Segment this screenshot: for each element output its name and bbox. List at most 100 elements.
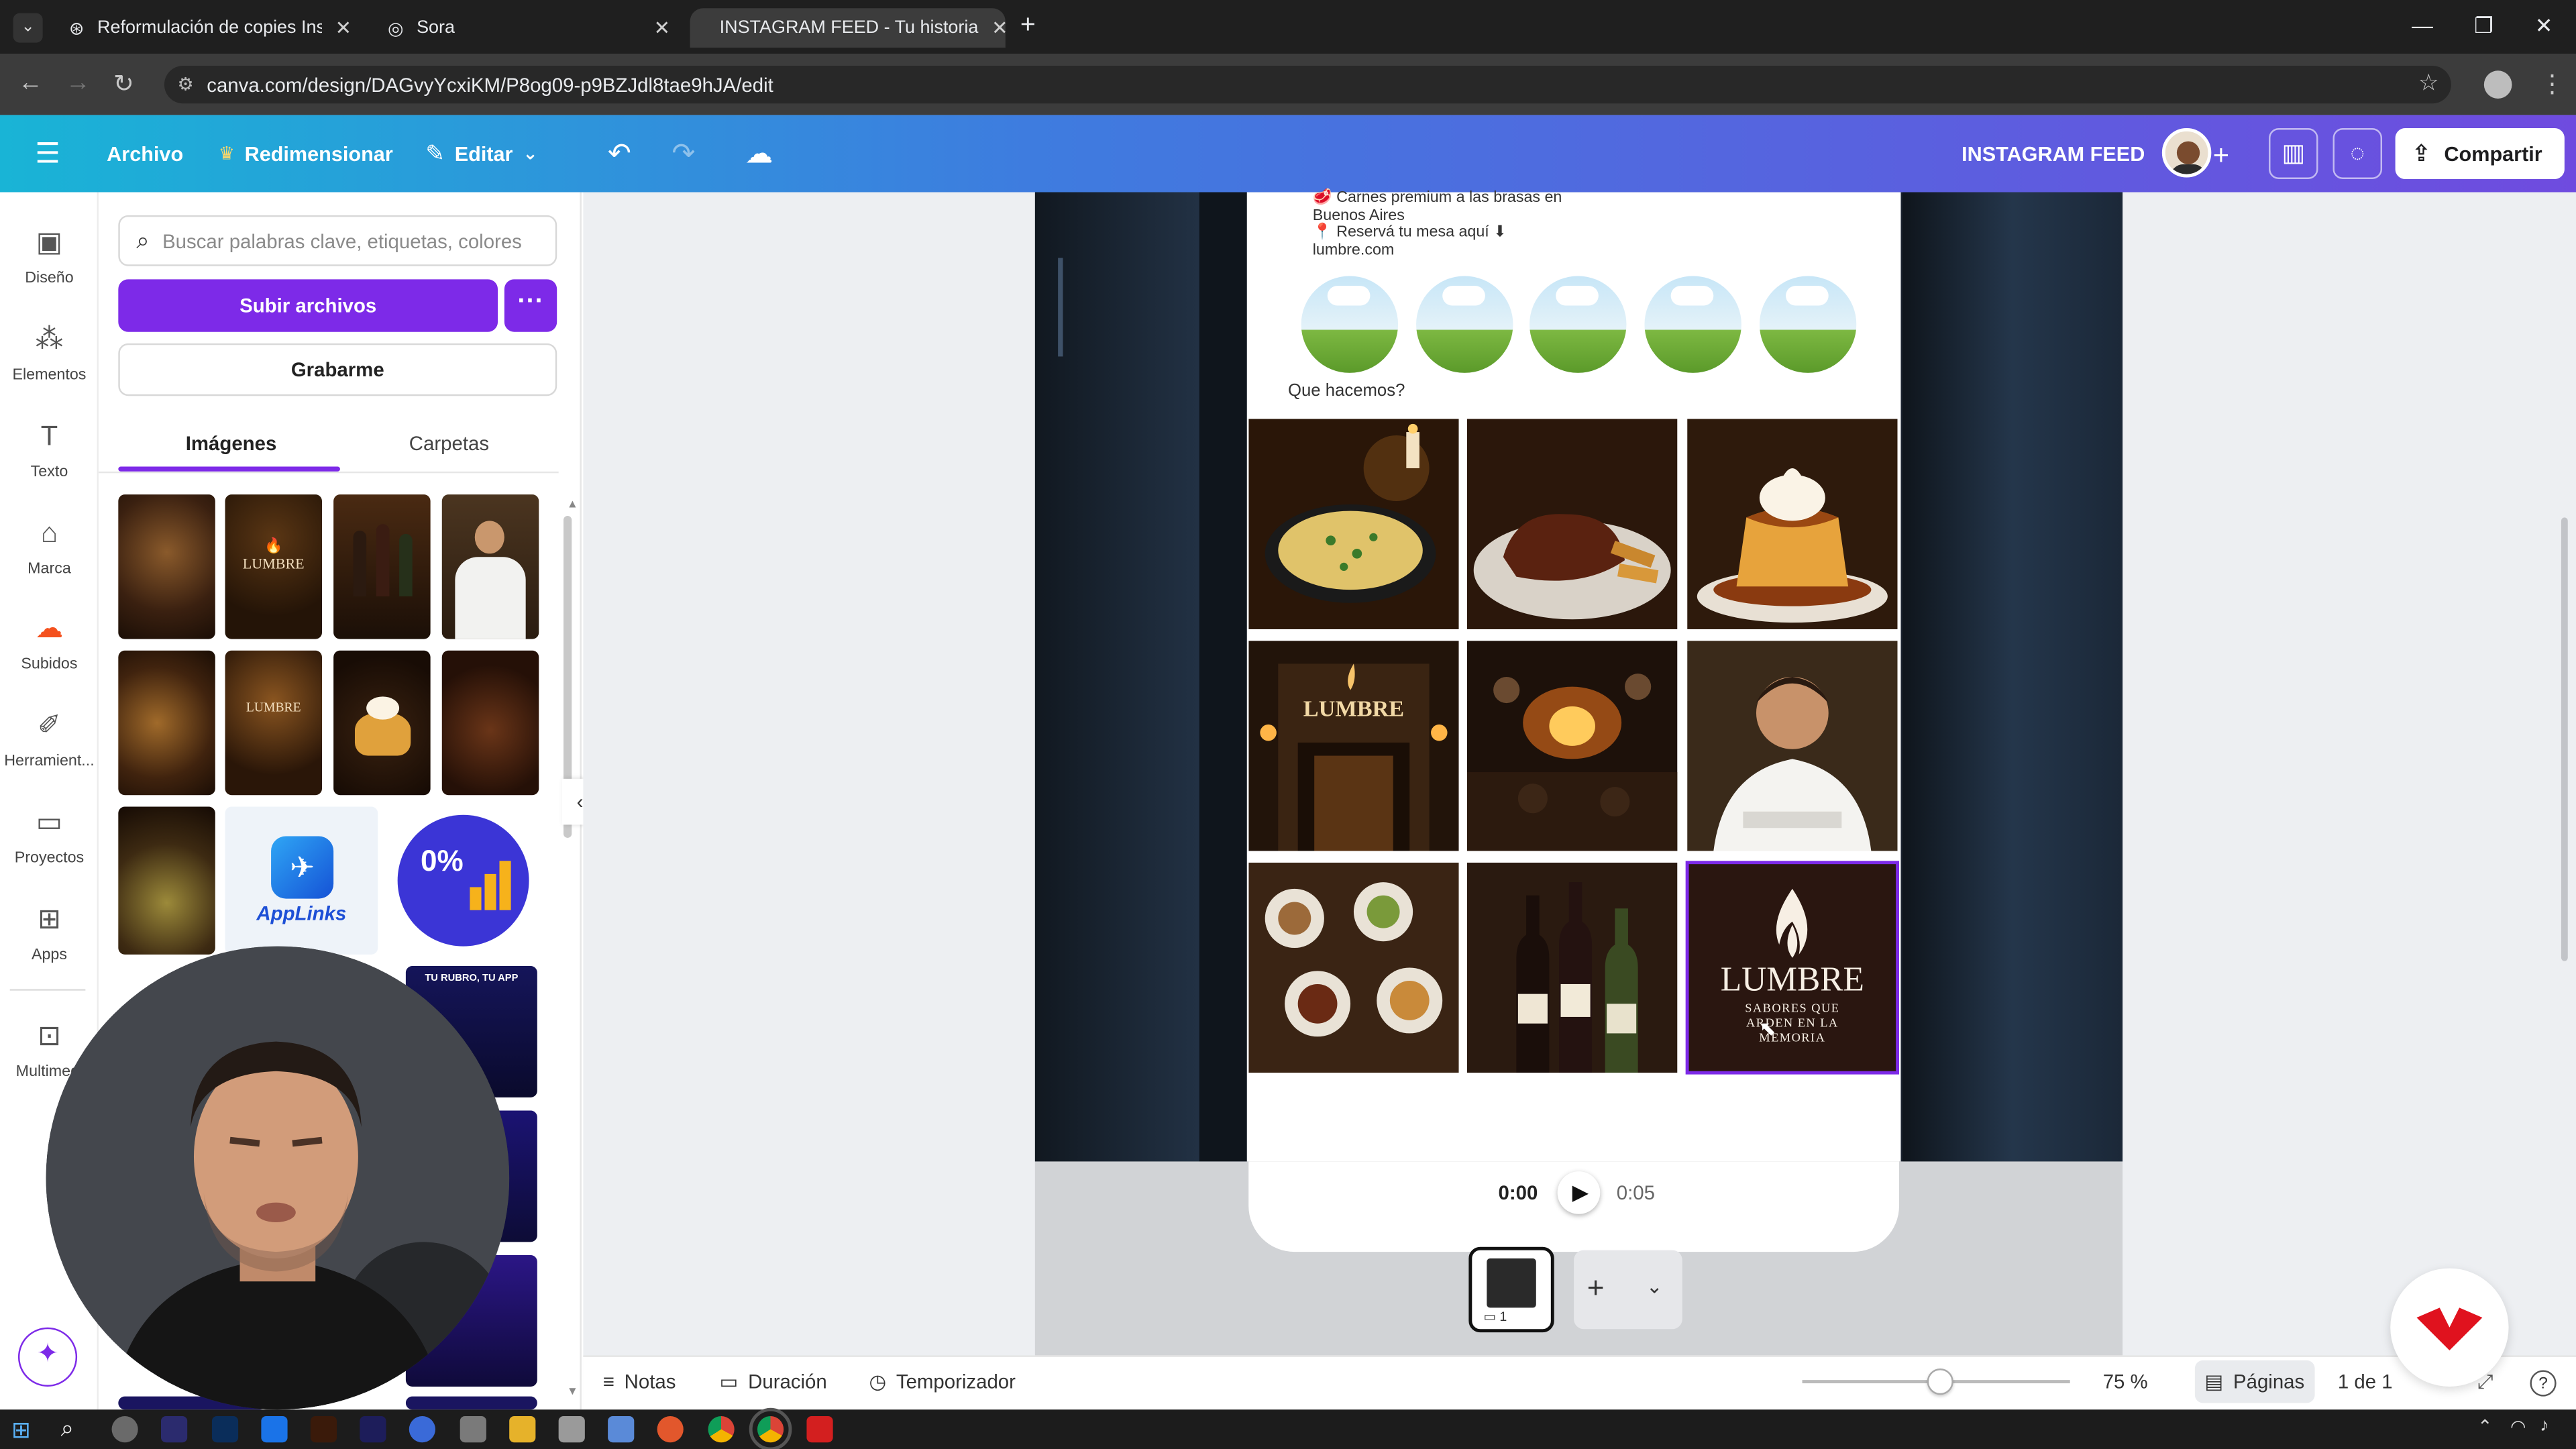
calculator-icon[interactable] bbox=[558, 1416, 585, 1443]
feed-post-restaurant-facade[interactable]: LUMBRE bbox=[1248, 641, 1459, 851]
file-explorer-icon[interactable] bbox=[509, 1416, 536, 1443]
upload-files-button[interactable]: Subir archivos bbox=[118, 279, 498, 332]
uploaded-image[interactable] bbox=[118, 806, 215, 955]
search-input[interactable]: ⌕ Buscar palabras clave, etiquetas, color… bbox=[118, 215, 557, 266]
page-counter[interactable]: 1 de 1 bbox=[2338, 1370, 2393, 1393]
wifi-icon[interactable]: ◠ bbox=[2510, 1416, 2526, 1437]
invite-plus-icon[interactable]: + bbox=[2213, 140, 2229, 172]
uploaded-image[interactable] bbox=[405, 1396, 537, 1410]
taskbar-app-icon[interactable] bbox=[409, 1416, 435, 1443]
story-highlight[interactable] bbox=[1416, 276, 1513, 373]
photoshop-icon[interactable] bbox=[211, 1416, 239, 1443]
tab-chatgpt[interactable]: ⊛ Reformulación de copies Instag ✕ bbox=[52, 8, 368, 48]
zoom-level[interactable]: 75 % bbox=[2103, 1370, 2148, 1393]
close-tab-icon[interactable]: ✕ bbox=[991, 16, 1008, 39]
share-button[interactable]: ⇪ Compartir bbox=[2395, 128, 2565, 179]
close-tab-icon[interactable]: ✕ bbox=[335, 16, 352, 39]
uploaded-image[interactable] bbox=[333, 650, 431, 796]
feed-post-steak[interactable] bbox=[1466, 419, 1678, 629]
uploaded-image[interactable] bbox=[333, 494, 431, 639]
collaborator-avatar[interactable] bbox=[2161, 128, 2212, 178]
rail-design[interactable]: ▣ Diseño bbox=[0, 225, 99, 288]
profile-avatar[interactable] bbox=[2483, 70, 2512, 99]
edit-mode-button[interactable]: ✎ Editar ⌄ bbox=[425, 115, 537, 192]
help-icon[interactable]: ? bbox=[2530, 1370, 2557, 1397]
chrome-active-icon[interactable] bbox=[749, 1407, 792, 1449]
uploaded-image[interactable] bbox=[441, 494, 539, 639]
design-title[interactable]: INSTAGRAM FEED bbox=[1962, 115, 2145, 192]
more-options-button[interactable]: ··· bbox=[504, 279, 557, 332]
rail-uploads[interactable]: ☁ Subidos bbox=[0, 611, 99, 674]
rail-projects[interactable]: ▭ Proyectos bbox=[0, 805, 99, 867]
url-bar[interactable]: ⚙ canva.com/design/DAGvyYcxiKM/P8og09-p9… bbox=[164, 65, 2451, 104]
forward-icon[interactable]: → bbox=[66, 69, 91, 97]
applinks-image[interactable]: ✈ AppLinks bbox=[225, 806, 378, 955]
rail-text[interactable]: T Texto bbox=[0, 419, 99, 482]
tab-sora[interactable]: ◎ Sora ✕ bbox=[371, 8, 686, 48]
play-button[interactable]: ▶ bbox=[1557, 1171, 1601, 1214]
back-icon[interactable]: ← bbox=[18, 69, 43, 97]
file-menu-button[interactable]: Archivo bbox=[107, 115, 183, 192]
story-highlight[interactable] bbox=[1759, 276, 1857, 373]
uploaded-image[interactable] bbox=[441, 650, 539, 796]
tab-images[interactable]: Imágenes bbox=[186, 432, 277, 455]
restore-icon[interactable]: ❐ bbox=[2474, 13, 2493, 40]
new-tab-icon[interactable]: + bbox=[1020, 11, 1036, 41]
windows-start-icon[interactable]: ⊞ bbox=[11, 1416, 31, 1444]
taskbar-app-icon[interactable] bbox=[608, 1416, 635, 1443]
canvas-scrollbar[interactable] bbox=[2561, 517, 2568, 961]
media-encoder-icon[interactable] bbox=[161, 1416, 188, 1443]
reload-icon[interactable]: ↻ bbox=[113, 69, 134, 99]
minimize-icon[interactable]: — bbox=[2412, 13, 2433, 38]
feed-post-provoleta[interactable] bbox=[1248, 419, 1459, 629]
taskbar-search-icon[interactable]: ⌕ bbox=[61, 1415, 74, 1443]
illustrator-icon[interactable] bbox=[310, 1416, 337, 1443]
feed-post-wine[interactable] bbox=[1466, 862, 1678, 1073]
duration-button[interactable]: ▭ Duración bbox=[720, 1370, 827, 1393]
scroll-down-arrow[interactable]: ▼ bbox=[567, 1387, 578, 1398]
cloud-saved-icon[interactable]: ☁ bbox=[739, 135, 779, 174]
chrome-icon[interactable] bbox=[708, 1416, 735, 1443]
tab-search-icon[interactable]: ⌄ bbox=[13, 13, 43, 43]
redo-icon[interactable]: ↷ bbox=[663, 135, 703, 174]
rail-apps[interactable]: ⊞ Apps bbox=[0, 902, 99, 965]
notes-button[interactable]: ≡ Notas bbox=[603, 1370, 676, 1393]
feed-post-chef[interactable] bbox=[1687, 641, 1898, 851]
rail-brand[interactable]: ⌂ Marca bbox=[0, 516, 99, 578]
uploaded-image[interactable]: LUMBRE bbox=[225, 650, 323, 796]
timer-button[interactable]: ◷ Temporizador bbox=[869, 1370, 1016, 1393]
taskbar-app-icon[interactable] bbox=[460, 1416, 486, 1443]
close-tab-icon[interactable]: ✕ bbox=[654, 16, 671, 39]
insights-chart-icon[interactable]: ▥ bbox=[2269, 128, 2318, 179]
record-yourself-button[interactable]: Grabarme bbox=[118, 343, 557, 396]
story-highlight[interactable] bbox=[1644, 276, 1741, 373]
site-info-icon[interactable]: ⚙ bbox=[177, 74, 193, 95]
bookmark-star-icon[interactable]: ☆ bbox=[2418, 69, 2439, 97]
window-close-icon[interactable]: ✕ bbox=[2535, 13, 2553, 40]
add-page-plus-icon[interactable]: + bbox=[1587, 1272, 1605, 1306]
magic-assistant-icon[interactable]: ✦ bbox=[17, 1327, 78, 1387]
uploaded-image[interactable]: 🔥 LUMBRE bbox=[225, 494, 323, 639]
comment-icon[interactable]: ◌ bbox=[2332, 128, 2383, 179]
tray-chevron-up-icon[interactable]: ⌃ bbox=[2477, 1416, 2493, 1437]
tab-folders[interactable]: Carpetas bbox=[409, 432, 489, 455]
undo-icon[interactable]: ↶ bbox=[600, 135, 639, 174]
add-page-chevron-down-icon[interactable]: ⌄ bbox=[1646, 1275, 1663, 1297]
feed-post-lumbre-logo-selected[interactable]: LUMBRE SABORES QUE ARDEN EN LA MEMORIA bbox=[1685, 861, 1900, 1075]
scroll-up-arrow[interactable]: ▲ bbox=[567, 499, 578, 511]
acrobat-icon[interactable] bbox=[806, 1416, 833, 1443]
feed-post-flan[interactable] bbox=[1687, 419, 1898, 629]
resize-button[interactable]: ♛ Redimensionar bbox=[219, 115, 393, 192]
uploaded-image[interactable] bbox=[118, 650, 215, 796]
uploaded-image[interactable] bbox=[118, 494, 215, 639]
story-highlight[interactable] bbox=[1529, 276, 1627, 373]
taskbar-app-icon[interactable] bbox=[111, 1416, 138, 1443]
story-highlight[interactable] bbox=[1301, 276, 1399, 373]
menu-hamburger-icon[interactable]: ☰ bbox=[28, 135, 68, 174]
zoom-slider-handle[interactable] bbox=[1927, 1368, 1953, 1395]
page-thumbnail[interactable]: ▭ 1 bbox=[1468, 1246, 1554, 1333]
rail-elements[interactable]: ⁂ Elementos bbox=[0, 322, 99, 384]
taskbar-app-icon[interactable] bbox=[261, 1416, 288, 1443]
tab-instagram-feed[interactable]: INSTAGRAM FEED - Tu historia ✕ bbox=[690, 8, 1008, 48]
rail-tools[interactable]: ✐ Herramient... bbox=[0, 708, 99, 771]
